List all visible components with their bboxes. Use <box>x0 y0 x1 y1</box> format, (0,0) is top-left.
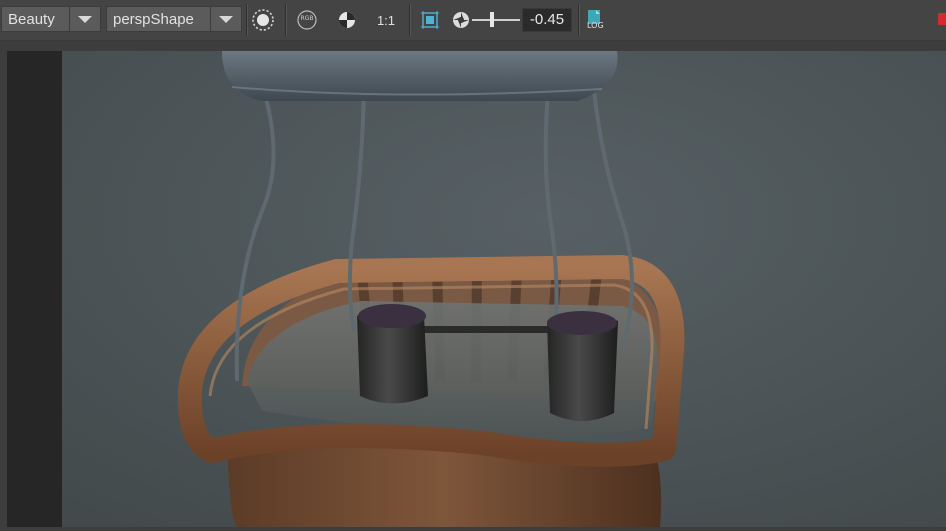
exposure-slider-track[interactable] <box>472 19 520 21</box>
pixel-ratio-button[interactable]: 1:1 <box>373 7 399 33</box>
render-view-toolbar: Beauty perspShape RGB 1:1 -0.45 LOG <box>0 0 946 41</box>
exposure-aperture-icon[interactable] <box>448 7 474 33</box>
rgb-channel-label: RGB <box>300 15 314 22</box>
chevron-down-icon <box>78 16 92 23</box>
toolbar-separator <box>246 4 247 36</box>
render-image[interactable] <box>62 51 946 527</box>
exposure-slider-handle[interactable] <box>490 12 494 27</box>
frame-region-icon[interactable] <box>417 7 443 33</box>
render-viewport[interactable] <box>0 41 946 531</box>
toolbar-separator <box>409 4 410 36</box>
rgb-channel-icon[interactable]: RGB <box>294 7 320 33</box>
camera-dropdown-value: perspShape <box>113 11 194 28</box>
rendered-scene <box>62 51 946 527</box>
status-indicator <box>938 13 946 25</box>
channel-dropdown-value: Beauty <box>8 11 55 28</box>
alpha-checker-icon[interactable] <box>334 7 360 33</box>
channel-dropdown-arrow[interactable] <box>69 7 100 31</box>
pixel-ratio-label: 1:1 <box>376 12 396 28</box>
render-left-margin <box>7 51 62 527</box>
log-file-icon[interactable]: LOG <box>583 7 609 33</box>
render-region-icon[interactable] <box>250 7 276 33</box>
toolbar-separator <box>285 4 286 36</box>
toolbar-separator <box>578 4 579 36</box>
camera-dropdown[interactable]: perspShape <box>106 6 242 32</box>
log-label: LOG <box>587 21 604 30</box>
camera-dropdown-arrow[interactable] <box>210 7 241 31</box>
chevron-down-icon <box>219 16 233 23</box>
exposure-value-field[interactable]: -0.45 <box>522 8 572 32</box>
channel-dropdown[interactable]: Beauty <box>1 6 101 32</box>
